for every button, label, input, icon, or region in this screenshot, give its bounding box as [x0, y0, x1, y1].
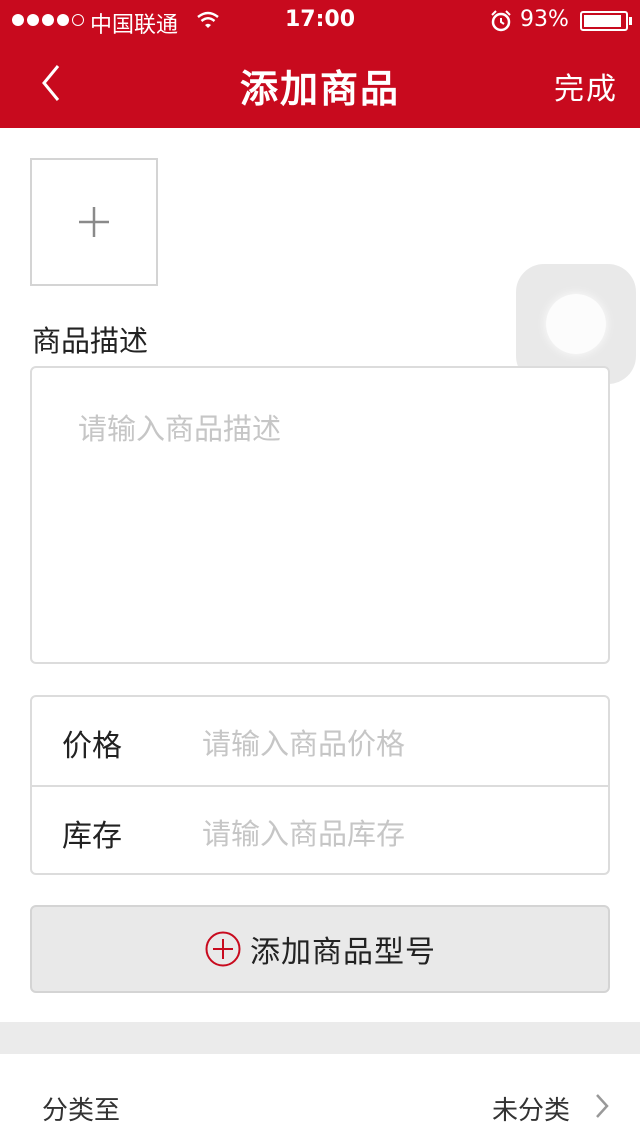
stock-row[interactable]: 库存 请输入商品库存 — [32, 787, 608, 875]
done-button[interactable]: 完成 — [554, 64, 618, 108]
price-stock-form: 价格 请输入商品价格 库存 请输入商品库存 — [30, 695, 610, 875]
plus-circle-icon — [205, 931, 241, 967]
assistive-touch-icon — [546, 294, 606, 354]
page-title: 添加商品 — [239, 67, 400, 111]
description-label: 商品描述 — [32, 324, 149, 358]
price-input[interactable]: 请输入商品价格 — [202, 721, 405, 763]
chevron-right-icon — [596, 1094, 609, 1118]
price-label: 价格 — [62, 729, 122, 764]
add-image-button[interactable] — [30, 158, 158, 286]
status-bar: 中国联通 17:00 93% — [0, 0, 640, 40]
section-separator — [0, 1022, 640, 1054]
top-bar: 中国联通 17:00 93% 添加商品 完成 — [0, 0, 640, 128]
price-row[interactable]: 价格 请输入商品价格 — [32, 697, 608, 785]
battery-icon — [580, 11, 632, 31]
description-textarea[interactable]: 请输入商品描述 — [30, 366, 610, 664]
plus-icon — [79, 207, 109, 237]
add-model-label: 添加商品型号 — [250, 935, 436, 970]
battery-percent: 93% — [520, 7, 569, 32]
description-placeholder: 请输入商品描述 — [78, 412, 282, 446]
stock-label: 库存 — [62, 819, 122, 854]
add-model-button[interactable]: 添加商品型号 — [30, 905, 610, 993]
navigation-bar: 添加商品 完成 — [0, 40, 640, 128]
alarm-clock-icon — [491, 10, 511, 32]
category-value: 未分类 — [491, 1096, 570, 1126]
category-label: 分类至 — [42, 1096, 121, 1126]
category-row[interactable]: 分类至 未分类 — [0, 1054, 640, 1136]
stock-input[interactable]: 请输入商品库存 — [202, 811, 405, 853]
